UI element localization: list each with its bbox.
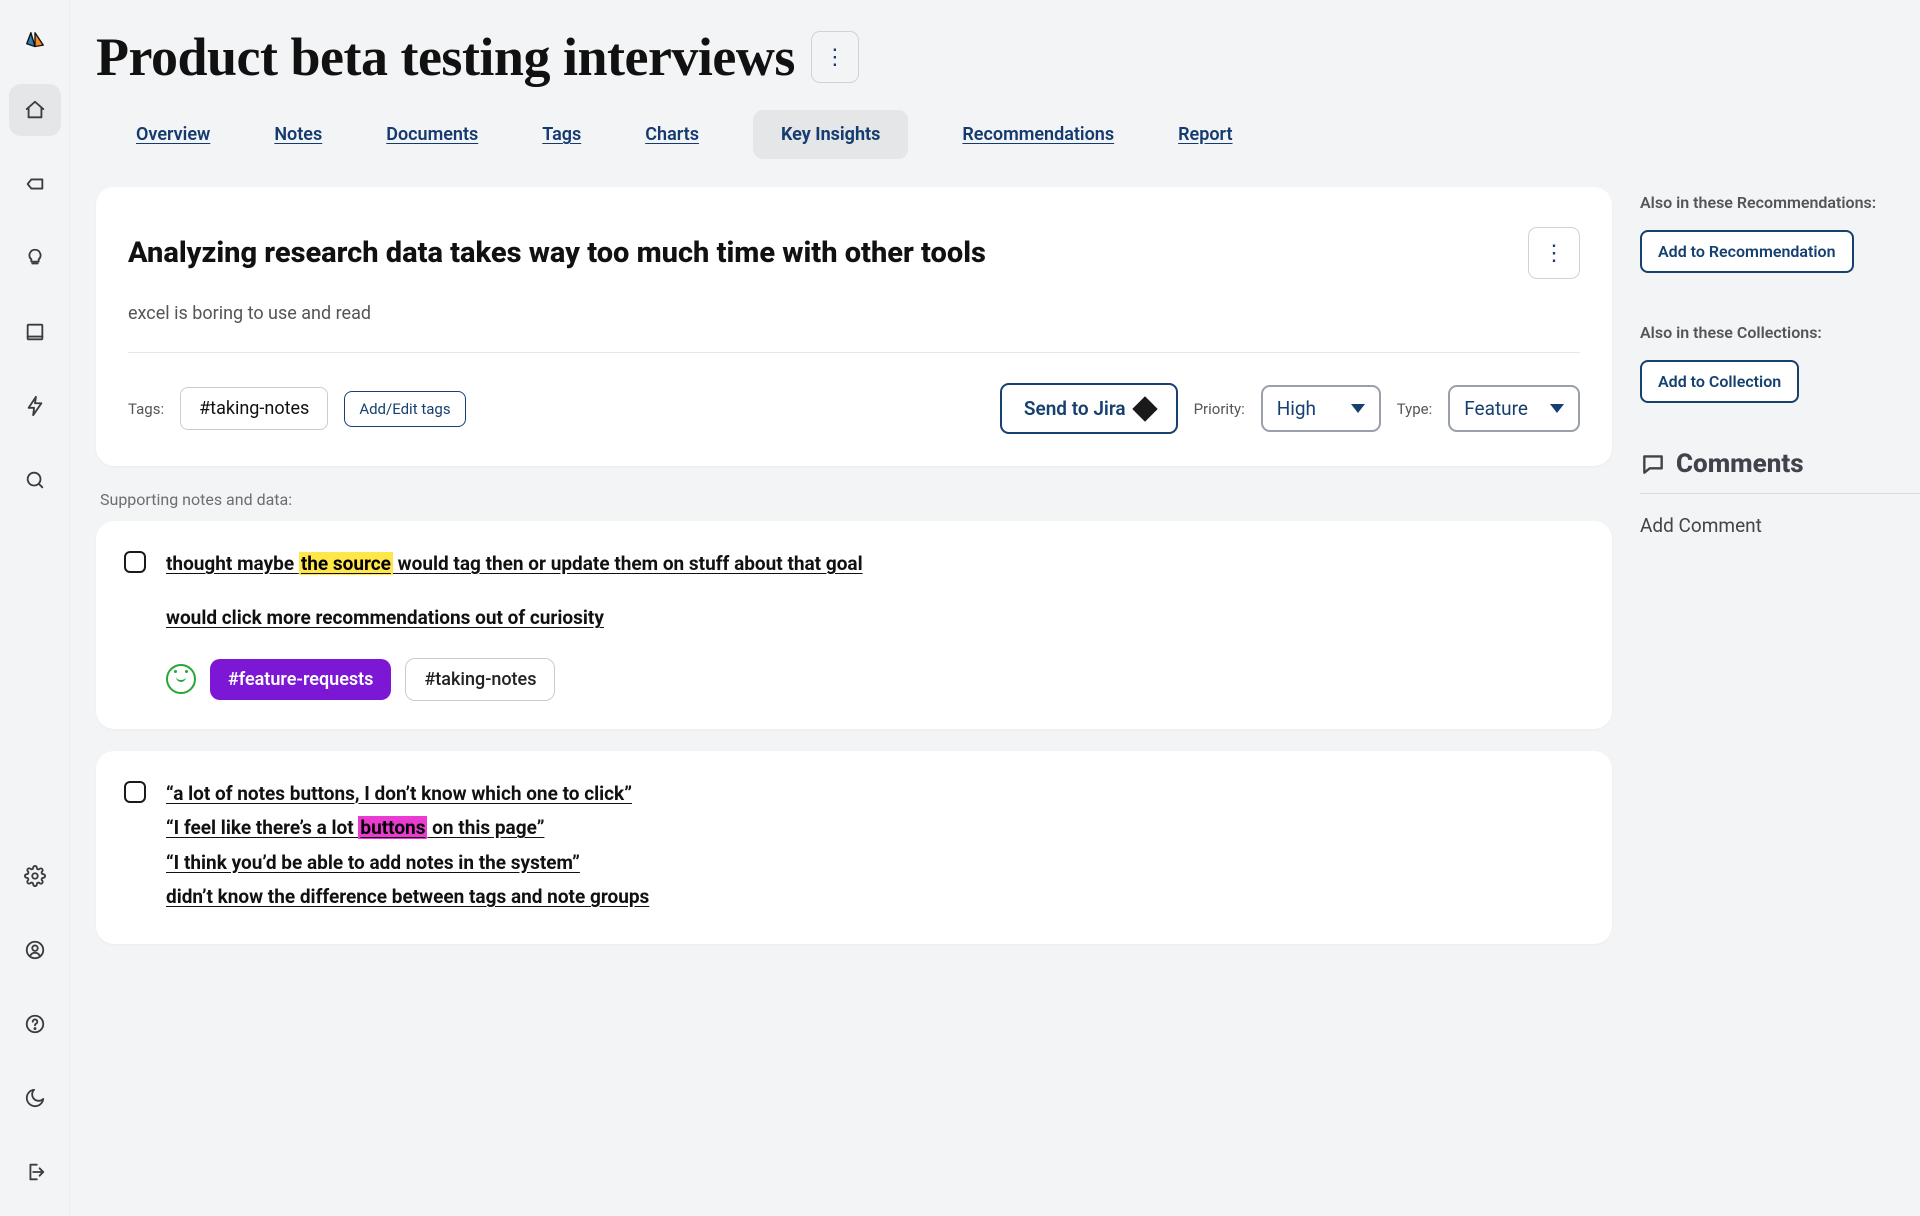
- type-label: Type:: [1397, 400, 1433, 418]
- tab-report[interactable]: Report: [1168, 110, 1242, 159]
- type-select[interactable]: Feature: [1448, 385, 1580, 432]
- nav-home[interactable]: [9, 84, 61, 136]
- priority-label: Priority:: [1194, 400, 1245, 418]
- tab-overview[interactable]: Overview: [126, 110, 220, 159]
- chevron-down-icon: [1351, 404, 1365, 413]
- note-line[interactable]: “I think you’d be able to add notes in t…: [166, 848, 649, 878]
- nav-actions[interactable]: [9, 380, 61, 432]
- send-to-jira-button[interactable]: Send to Jira: [1000, 383, 1178, 434]
- also-collections-label: Also in these Collections:: [1640, 323, 1920, 342]
- priority-value: High: [1277, 397, 1316, 420]
- main-content: Product beta testing interviews Overview…: [70, 0, 1920, 1216]
- insight-actions-menu[interactable]: [1528, 227, 1580, 279]
- chevron-down-icon: [1550, 404, 1564, 413]
- tags-label: Tags:: [128, 400, 164, 418]
- add-edit-tags-button[interactable]: Add/Edit tags: [344, 391, 465, 427]
- more-vertical-icon: [1543, 241, 1565, 266]
- comments-header: Comments: [1640, 449, 1920, 479]
- nav-tags[interactable]: [9, 158, 61, 210]
- right-sidebar: Also in these Recommendations: Add to Re…: [1640, 187, 1920, 537]
- add-to-recommendation-button[interactable]: Add to Recommendation: [1640, 230, 1854, 273]
- more-vertical-icon: [824, 45, 846, 70]
- insight-subtitle: excel is boring to use and read: [128, 303, 1580, 324]
- highlight-pink: buttons: [358, 816, 427, 839]
- note-card: thought maybe the source would tag then …: [96, 521, 1612, 729]
- page-actions-menu[interactable]: [811, 31, 859, 83]
- also-recommendations-label: Also in these Recommendations:: [1640, 193, 1920, 212]
- divider: [1640, 493, 1920, 494]
- nav-account[interactable]: [9, 924, 61, 976]
- app-logo-icon: [18, 24, 52, 58]
- tabs: Overview Notes Documents Tags Charts Key…: [96, 96, 1920, 159]
- nav-settings[interactable]: [9, 850, 61, 902]
- send-jira-label: Send to Jira: [1024, 397, 1126, 420]
- note-checkbox[interactable]: [124, 781, 146, 803]
- type-value: Feature: [1464, 397, 1528, 420]
- tag-chip[interactable]: #taking-notes: [180, 387, 328, 430]
- nav-library[interactable]: [9, 306, 61, 358]
- side-nav: [0, 0, 70, 1216]
- add-to-collection-button[interactable]: Add to Collection: [1640, 360, 1799, 403]
- note-line[interactable]: thought maybe the source would tag then …: [166, 549, 863, 579]
- tab-documents[interactable]: Documents: [376, 110, 488, 159]
- note-card: “a lot of notes buttons, I don’t know wh…: [96, 751, 1612, 945]
- tag-chip-taking-notes[interactable]: #taking-notes: [405, 658, 555, 701]
- note-body: thought maybe the source would tag then …: [166, 549, 863, 701]
- note-line[interactable]: didn’t know the difference between tags …: [166, 882, 649, 912]
- insight-card: Analyzing research data takes way too mu…: [96, 187, 1612, 466]
- nav-logout[interactable]: [9, 1146, 61, 1198]
- nav-ideas[interactable]: [9, 232, 61, 284]
- tab-charts[interactable]: Charts: [635, 110, 709, 159]
- note-body: “a lot of notes buttons, I don’t know wh…: [166, 779, 649, 917]
- tag-chip-feature-requests[interactable]: #feature-requests: [210, 659, 391, 700]
- smile-icon: [166, 664, 196, 694]
- note-line[interactable]: would click more recommendations out of …: [166, 603, 863, 633]
- insight-title: Analyzing research data takes way too mu…: [128, 236, 1512, 270]
- page-title: Product beta testing interviews: [96, 26, 795, 88]
- tab-key-insights[interactable]: Key Insights: [753, 110, 908, 159]
- jira-icon: [1132, 396, 1157, 421]
- nav-help[interactable]: [9, 998, 61, 1050]
- highlight-yellow: the source: [299, 552, 393, 575]
- add-comment-button[interactable]: Add Comment: [1640, 514, 1920, 537]
- tab-notes[interactable]: Notes: [264, 110, 332, 159]
- nav-search[interactable]: [9, 454, 61, 506]
- note-checkbox[interactable]: [124, 551, 146, 573]
- tab-recommendations[interactable]: Recommendations: [952, 110, 1124, 159]
- note-line[interactable]: “I feel like there’s a lot buttons on th…: [166, 813, 649, 843]
- priority-select[interactable]: High: [1261, 385, 1381, 432]
- comment-icon: [1640, 451, 1666, 477]
- note-line[interactable]: “a lot of notes buttons, I don’t know wh…: [166, 779, 649, 809]
- supporting-label: Supporting notes and data:: [100, 490, 1612, 509]
- divider: [128, 352, 1580, 353]
- tab-tags[interactable]: Tags: [532, 110, 591, 159]
- nav-theme[interactable]: [9, 1072, 61, 1124]
